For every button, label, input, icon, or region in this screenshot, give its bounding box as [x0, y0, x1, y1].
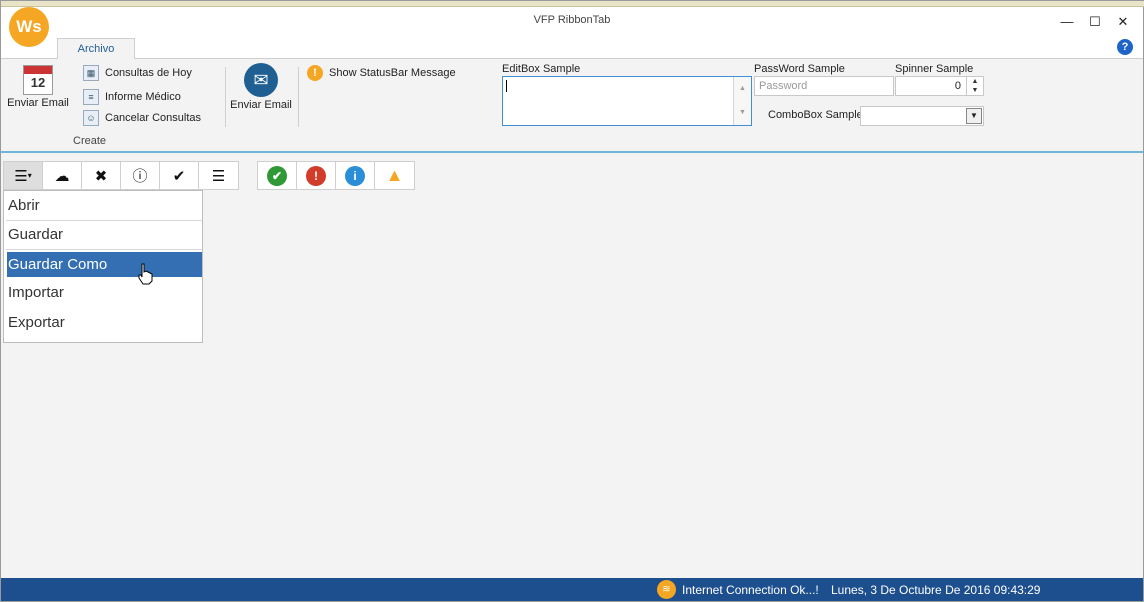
- calendar-icon: 12: [23, 65, 53, 95]
- menu-item-guardar[interactable]: Guardar: [4, 220, 202, 249]
- informe-medico-label: Informe Médico: [105, 91, 181, 103]
- enviar-email-label-2: Enviar Email: [230, 99, 292, 111]
- menu-item-importar[interactable]: Importar: [4, 278, 202, 307]
- text-caret: [506, 80, 507, 92]
- info-icon[interactable]: ⓘ: [121, 162, 160, 189]
- chevron-down-icon[interactable]: ▼: [966, 108, 982, 124]
- toolbar-group-2: ✔ ! i ▲: [257, 161, 415, 190]
- cancelar-consultas-label: Cancelar Consultas: [105, 112, 201, 124]
- error-icon[interactable]: !: [297, 162, 336, 189]
- menu-icon[interactable]: ☰ ▾: [4, 162, 43, 189]
- spinner-down-icon[interactable]: ▼: [967, 86, 983, 95]
- status-bar: ≋ Internet Connection Ok...! Lunes, 3 De…: [1, 578, 1143, 601]
- info-blue-icon[interactable]: i: [336, 162, 375, 189]
- check-icon[interactable]: ✔: [160, 162, 199, 189]
- menu-item-exportar[interactable]: Exportar: [4, 308, 202, 337]
- enviar-email-calendar-button[interactable]: 12 Enviar Email: [7, 65, 69, 109]
- datetime-text: Lunes, 3 De Octubre De 2016 09:43:29: [831, 583, 1041, 597]
- help-icon[interactable]: ?: [1117, 39, 1133, 55]
- wifi-icon: ≋: [657, 580, 676, 599]
- spinner-value: 0: [954, 80, 961, 92]
- menu-item-abrir[interactable]: Abrir: [4, 191, 202, 220]
- tab-archivo[interactable]: Archivo: [57, 38, 135, 60]
- password-label: PassWord Sample: [754, 63, 845, 75]
- window-title: VFP RibbonTab: [533, 14, 611, 26]
- editbox-scrollbar[interactable]: ▲ ▼: [733, 77, 751, 125]
- enviar-email-button[interactable]: ✉ Enviar Email: [229, 63, 293, 111]
- close-button[interactable]: ✕: [1109, 13, 1137, 31]
- status-message-label: Show StatusBar Message: [329, 67, 456, 79]
- window-controls: — ☐ ✕: [1053, 13, 1137, 31]
- toolbar: ☰ ▾ ☁ ✖ ⓘ ✔ ☰ ✔ ! i ▲: [3, 161, 415, 190]
- toolbar-group-1: ☰ ▾ ☁ ✖ ⓘ ✔ ☰: [3, 161, 239, 190]
- ribbon-divider: [225, 67, 226, 127]
- file-dropdown-menu: Abrir Guardar Guardar Como Importar Expo…: [3, 190, 203, 343]
- menu-item-guardar-como[interactable]: Guardar Como: [7, 252, 202, 277]
- warning-circle-icon: !: [307, 65, 323, 81]
- ribbon-panel: 12 Enviar Email ▦ Consultas de Hoy ≡ Inf…: [1, 59, 1143, 153]
- tools-icon[interactable]: ✖: [82, 162, 121, 189]
- connection-text: Internet Connection Ok...!: [682, 582, 819, 597]
- minimize-button[interactable]: —: [1053, 13, 1081, 31]
- combobox-field[interactable]: ▼: [860, 106, 984, 126]
- spinner-up-icon[interactable]: ▲: [967, 77, 983, 86]
- informe-medico-button[interactable]: ≡ Informe Médico: [83, 89, 181, 105]
- warning-icon[interactable]: ▲: [375, 162, 414, 189]
- ribbon-divider: [298, 67, 299, 127]
- scroll-up-icon[interactable]: ▲: [734, 77, 751, 101]
- calendar-small-icon: ▦: [83, 65, 99, 81]
- hand-cursor-icon: [138, 263, 153, 285]
- spinner-arrows[interactable]: ▲ ▼: [966, 77, 983, 95]
- app-logo[interactable]: Ws: [9, 7, 49, 47]
- spinner-field[interactable]: 0 ▲ ▼: [895, 76, 984, 96]
- group-label-create: Create: [73, 135, 107, 147]
- cancelar-consultas-button[interactable]: ☺ Cancelar Consultas: [83, 110, 201, 126]
- report-icon: ≡: [83, 89, 99, 105]
- envelope-icon: ✉: [244, 63, 278, 97]
- combobox-label: ComboBox Sample: [768, 109, 863, 121]
- connection-status: ≋ Internet Connection Ok...!: [657, 580, 819, 599]
- consultas-de-hoy-button[interactable]: ▦ Consultas de Hoy: [83, 65, 192, 81]
- spinner-label: Spinner Sample: [895, 63, 974, 75]
- show-statusbar-message-button[interactable]: ! Show StatusBar Message: [307, 65, 456, 81]
- ribbon-tab-row: Archivo ?: [1, 35, 1143, 60]
- scroll-down-icon[interactable]: ▼: [734, 101, 751, 125]
- editbox-field[interactable]: ▲ ▼: [502, 76, 752, 126]
- ok-icon[interactable]: ✔: [258, 162, 297, 189]
- consultas-de-hoy-label: Consultas de Hoy: [105, 67, 192, 79]
- app-window: VFP RibbonTab — ☐ ✕ Ws Archivo ? 12 Envi…: [0, 0, 1144, 602]
- password-field[interactable]: Password: [754, 76, 894, 96]
- users-icon: ☺: [83, 110, 99, 126]
- title-bar: VFP RibbonTab — ☐ ✕: [1, 7, 1143, 35]
- menu-separator: [6, 249, 202, 250]
- enviar-email-label: Enviar Email: [7, 97, 69, 109]
- maximize-button[interactable]: ☐: [1081, 13, 1109, 31]
- cloud-icon[interactable]: ☁: [43, 162, 82, 189]
- list-icon[interactable]: ☰: [199, 162, 238, 189]
- editbox-label: EditBox Sample: [502, 63, 581, 75]
